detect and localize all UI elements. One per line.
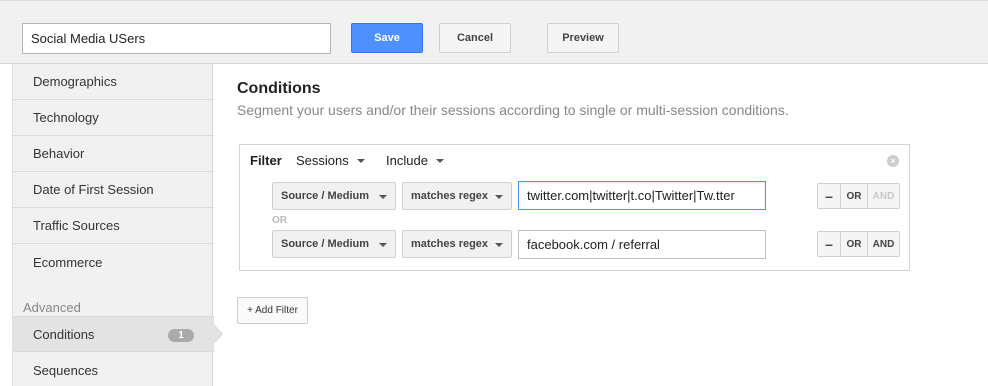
sidebar-item-label: Demographics — [33, 74, 117, 89]
or-button[interactable]: OR — [841, 232, 868, 256]
page-subtitle: Segment your users and/or their sessions… — [237, 102, 789, 118]
sidebar-item-ecommerce[interactable]: Ecommerce — [13, 244, 214, 280]
active-pointer-fill — [213, 324, 222, 344]
sidebar-item-date-of-first-session[interactable]: Date of First Session — [13, 172, 214, 208]
operator-value: matches regex — [411, 190, 489, 202]
chevron-down-icon — [495, 243, 503, 247]
page-title: Conditions — [237, 80, 321, 97]
sidebar-item-technology[interactable]: Technology — [13, 100, 214, 136]
sidebar-item-demographics[interactable]: Demographics — [13, 64, 214, 100]
dimension-value: Source / Medium — [281, 238, 370, 250]
segment-name-input[interactable] — [22, 23, 331, 54]
sidebar: Demographics Technology Behavior Date of… — [12, 64, 214, 386]
operator-value: matches regex — [411, 238, 489, 250]
sidebar-section-advanced: Advanced — [23, 300, 81, 315]
sidebar-item-sequences[interactable]: Sequences — [13, 352, 214, 386]
mode-value: Include — [386, 153, 428, 168]
scope-dropdown[interactable]: Sessions — [296, 153, 365, 168]
sidebar-item-label: Conditions — [33, 326, 95, 342]
sidebar-item-label: Behavior — [33, 146, 85, 161]
operator-select[interactable]: matches regex — [402, 182, 512, 210]
condition-value-input[interactable] — [518, 181, 766, 210]
save-button[interactable]: Save — [351, 23, 423, 53]
filter-label: Filter — [250, 153, 282, 168]
row-action-group: – OR AND — [817, 231, 900, 257]
chevron-down-icon — [379, 243, 387, 247]
sidebar-item-label: Ecommerce — [33, 254, 103, 270]
remove-condition-button[interactable]: – — [818, 232, 841, 256]
add-filter-button[interactable]: + Add Filter — [237, 297, 308, 324]
sidebar-item-traffic-sources[interactable]: Traffic Sources — [13, 208, 214, 244]
scope-value: Sessions — [296, 153, 349, 168]
chevron-down-icon — [495, 195, 503, 199]
chevron-down-icon — [435, 158, 444, 163]
remove-condition-button[interactable]: – — [818, 184, 841, 208]
sidebar-item-conditions[interactable]: Conditions 1 — [13, 316, 214, 352]
preview-button[interactable]: Preview — [547, 23, 619, 53]
cancel-button[interactable]: Cancel — [439, 23, 511, 53]
sidebar-item-label: Sequences — [33, 362, 99, 378]
operator-select[interactable]: matches regex — [402, 230, 512, 258]
condition-value-input[interactable] — [518, 230, 766, 259]
sidebar-item-behavior[interactable]: Behavior — [13, 136, 214, 172]
mode-dropdown[interactable]: Include — [386, 153, 444, 168]
and-button[interactable]: AND — [868, 184, 899, 208]
chevron-down-icon — [356, 158, 365, 163]
filter-panel: Filter Sessions Include × Source / Mediu… — [239, 144, 910, 271]
chevron-down-icon — [379, 195, 387, 199]
dimension-select[interactable]: Source / Medium — [272, 230, 396, 258]
and-button[interactable]: AND — [868, 232, 899, 256]
dimension-select[interactable]: Source / Medium — [272, 182, 396, 210]
close-icon[interactable]: × — [887, 155, 899, 167]
or-separator: OR — [272, 215, 287, 226]
dimension-value: Source / Medium — [281, 190, 370, 202]
or-button[interactable]: OR — [841, 184, 868, 208]
row-action-group: – OR AND — [817, 183, 900, 209]
sidebar-item-label: Technology — [33, 110, 99, 125]
sidebar-item-label: Date of First Session — [33, 182, 154, 197]
sidebar-item-label: Traffic Sources — [33, 218, 120, 233]
count-badge: 1 — [168, 329, 194, 342]
